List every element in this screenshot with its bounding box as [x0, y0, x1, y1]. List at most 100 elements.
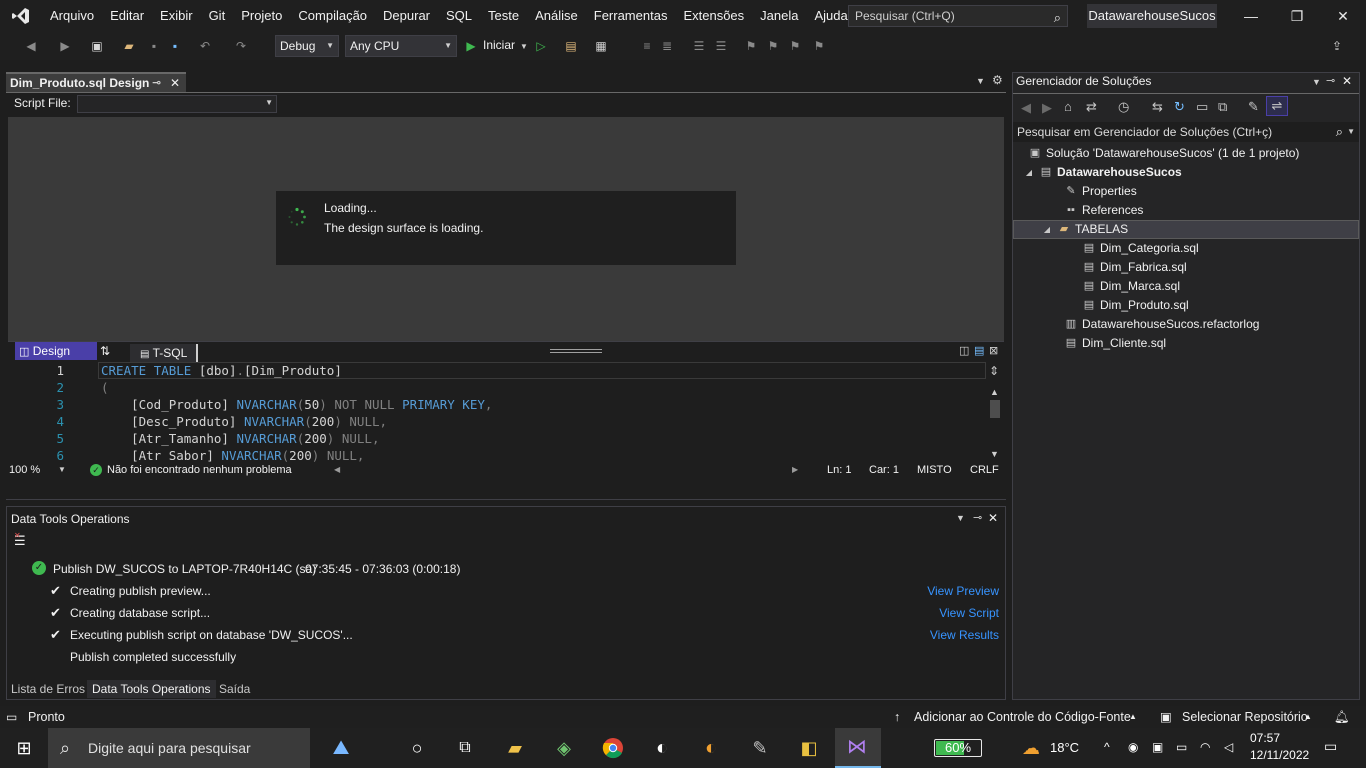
- chevron-down-icon[interactable]: ▼: [58, 462, 66, 478]
- solution-search-input[interactable]: Pesquisar em Gerenciador de Soluções (Ct…: [1013, 122, 1359, 142]
- view-preview-link[interactable]: View Preview: [927, 584, 999, 598]
- notifications-bell-icon[interactable]: 🔔︎: [1334, 706, 1350, 728]
- tree-references[interactable]: ▪▪ References: [1063, 201, 1143, 220]
- undo-icon[interactable]: ↶: [196, 37, 214, 55]
- align-icon[interactable]: ≡: [638, 37, 656, 55]
- tab-tsql[interactable]: ▤ T-SQL: [130, 344, 198, 362]
- menu-item[interactable]: Ferramentas: [586, 0, 676, 32]
- minimize-button[interactable]: —: [1228, 0, 1274, 32]
- tree-file[interactable]: ▤ Dim_Categoria.sql: [1081, 239, 1199, 258]
- refresh-icon[interactable]: ↻: [1174, 99, 1185, 115]
- tab-error-list[interactable]: Lista de Erros: [6, 680, 90, 698]
- start-without-debugging-icon[interactable]: ▷: [532, 37, 550, 55]
- new-project-icon[interactable]: ▣: [88, 37, 106, 55]
- bookmark-next-icon[interactable]: ⚑: [786, 37, 804, 55]
- open-folder-icon[interactable]: ▰: [120, 37, 138, 55]
- view-results-link[interactable]: View Results: [930, 628, 999, 642]
- menu-item[interactable]: Depurar: [375, 0, 438, 32]
- redo-icon[interactable]: ↷: [232, 37, 250, 55]
- zoom-level[interactable]: 100 %: [9, 462, 40, 478]
- pin-icon[interactable]: ⊸: [1326, 74, 1335, 87]
- maximize-button[interactable]: ❐: [1274, 0, 1320, 32]
- visual-studio-logo-icon[interactable]: [0, 0, 42, 32]
- menu-item[interactable]: Exibir: [152, 0, 201, 32]
- save-icon[interactable]: ▪: [145, 37, 163, 55]
- collapse-pane-icon[interactable]: ⊠: [989, 344, 998, 357]
- pin-icon[interactable]: ⊸: [152, 74, 161, 92]
- scroll-right-icon[interactable]: ▶: [792, 462, 798, 478]
- app-shield-icon[interactable]: ◈: [549, 733, 579, 763]
- show-all-files-icon[interactable]: ⧉: [1218, 99, 1227, 115]
- temperature[interactable]: 18°C: [1050, 740, 1079, 755]
- properties-wrench-icon[interactable]: ✎: [1248, 99, 1259, 115]
- chrome-icon[interactable]: [598, 733, 628, 763]
- uncomment-icon[interactable]: ☰: [712, 37, 730, 55]
- back-icon[interactable]: ◀: [22, 37, 40, 55]
- line-indicator[interactable]: Ln: 1: [827, 462, 851, 478]
- tree-folder-tabelas[interactable]: ◢ ▰ TABELAS: [1041, 220, 1128, 239]
- platform-dropdown[interactable]: Any CPU ▼: [345, 35, 457, 57]
- wifi-icon[interactable]: ◠: [1200, 740, 1210, 754]
- save-all-icon[interactable]: ▪: [166, 37, 184, 55]
- battery-indicator[interactable]: 60%: [934, 739, 982, 757]
- solution-folder-icon[interactable]: ▤: [562, 37, 580, 55]
- expand-arrow-icon[interactable]: ◢: [1023, 165, 1035, 181]
- app-circle-icon[interactable]: ◐: [647, 733, 677, 763]
- indent-icon[interactable]: ≣: [658, 37, 676, 55]
- close-window-button[interactable]: ✕: [1320, 0, 1366, 32]
- menu-item[interactable]: Editar: [102, 0, 152, 32]
- horizontal-split-icon[interactable]: ▤: [974, 344, 984, 357]
- document-tab[interactable]: Dim_Produto.sql Design ⊸ ✕: [6, 72, 186, 92]
- tsql-code-editor[interactable]: 1 CREATE TABLE [dbo].[Dim_Produto] 2(3 [Co…: [8, 362, 986, 462]
- menu-item[interactable]: Git: [201, 0, 234, 32]
- panel-menu-icon[interactable]: ▼: [1312, 77, 1321, 87]
- tree-refactorlog[interactable]: ▥ DatawarehouseSucos.refactorlog: [1063, 315, 1260, 334]
- history-icon[interactable]: ◷: [1118, 99, 1129, 115]
- tree-file[interactable]: ▤ Dim_Marca.sql: [1081, 277, 1180, 296]
- whitespace-indicator[interactable]: MISTO: [917, 462, 952, 478]
- menu-item[interactable]: Projeto: [233, 0, 290, 32]
- notifications-icon[interactable]: ▭: [1324, 738, 1337, 755]
- clock-date[interactable]: 12/11/2022: [1250, 748, 1309, 762]
- app-orange-icon[interactable]: ◐: [696, 733, 726, 763]
- issues-status[interactable]: Não foi encontrado nenhum problema: [107, 462, 292, 478]
- tab-list-dropdown-icon[interactable]: ▼: [976, 76, 985, 86]
- scroll-up-icon[interactable]: ▲: [990, 387, 999, 397]
- add-source-control-button[interactable]: Adicionar ao Controle do Código-Fonte: [914, 706, 1131, 728]
- menu-item[interactable]: Arquivo: [42, 0, 102, 32]
- task-view-icon[interactable]: ⧉: [450, 733, 480, 763]
- bookmark-icon[interactable]: ⚑: [742, 37, 760, 55]
- tab-output[interactable]: Saída: [214, 680, 255, 698]
- search-highlight-icon[interactable]: ⛰: [326, 733, 356, 763]
- global-search-input[interactable]: Pesquisar (Ctrl+Q) ⌕: [848, 5, 1068, 27]
- menu-item[interactable]: Análise: [527, 0, 586, 32]
- preview-selected-icon[interactable]: ⇌: [1266, 96, 1288, 116]
- menu-item[interactable]: Teste: [480, 0, 527, 32]
- switch-views-icon[interactable]: ⇄: [1086, 99, 1097, 115]
- live-share-icon[interactable]: ⇪: [1328, 37, 1346, 55]
- tray-icon[interactable]: ◉: [1128, 740, 1138, 754]
- close-tab-icon[interactable]: ✕: [170, 74, 180, 92]
- menu-item[interactable]: Janela: [752, 0, 806, 32]
- tree-file[interactable]: ▤ Dim_Fabrica.sql: [1081, 258, 1187, 277]
- volume-icon[interactable]: ◁: [1224, 740, 1233, 754]
- panel-menu-icon[interactable]: ▼: [956, 513, 965, 523]
- select-repository-button[interactable]: Selecionar Repositório: [1182, 706, 1308, 728]
- pin-icon[interactable]: ⊸: [973, 511, 982, 524]
- scroll-thumb[interactable]: [990, 400, 1000, 418]
- bookmark-prev-icon[interactable]: ⚑: [764, 37, 782, 55]
- app-dev-icon[interactable]: ◧: [794, 733, 824, 763]
- comment-icon[interactable]: ☰: [690, 37, 708, 55]
- windows-start-icon[interactable]: ⊞: [9, 733, 39, 763]
- split-editor-icon[interactable]: ⇕: [989, 364, 999, 378]
- cortana-icon[interactable]: ○: [402, 733, 432, 763]
- collapse-all-icon[interactable]: ▭: [1196, 99, 1208, 115]
- view-script-link[interactable]: View Script: [939, 606, 999, 620]
- forward-icon[interactable]: ▶: [56, 37, 74, 55]
- tree-properties[interactable]: ✎ Properties: [1063, 182, 1136, 201]
- visual-studio-taskbar-item[interactable]: ⋈: [835, 728, 881, 768]
- bookmark-clear-icon[interactable]: ⚑: [810, 37, 828, 55]
- script-file-dropdown[interactable]: ▼: [77, 95, 277, 113]
- tab-data-tools-operations[interactable]: Data Tools Operations: [87, 680, 216, 698]
- vertical-split-icon[interactable]: ◫: [959, 344, 969, 357]
